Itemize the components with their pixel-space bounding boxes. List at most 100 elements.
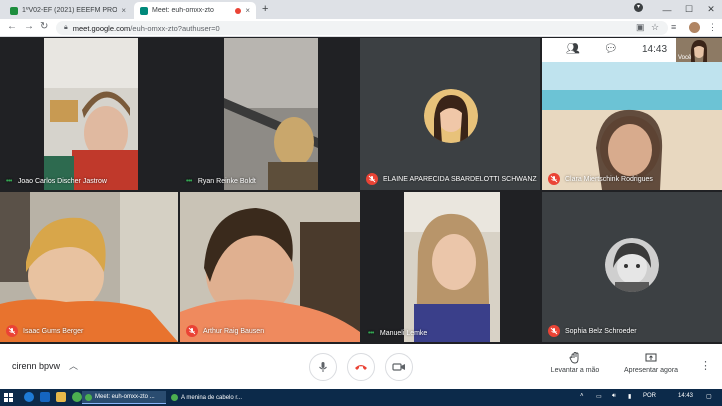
participant-video	[404, 192, 500, 342]
camera-in-use-icon[interactable]: ▣	[636, 22, 645, 33]
chrome-taskbar-icon[interactable]	[72, 392, 82, 402]
tab-search-icon[interactable]: ▾	[634, 3, 643, 12]
chrome-icon	[171, 394, 178, 401]
profile-avatar[interactable]	[689, 22, 700, 33]
more-options-icon[interactable]: ⋮	[700, 359, 711, 372]
network-icon[interactable]: ▭	[596, 393, 602, 400]
leave-call-button[interactable]	[347, 353, 375, 381]
raise-hand-icon	[569, 352, 579, 364]
speaking-indicator-icon: •••	[186, 178, 192, 185]
chat-icon[interactable]: 💬︎	[604, 42, 618, 55]
mic-off-icon	[6, 325, 18, 337]
taskbar-clock[interactable]: 14:43	[678, 393, 693, 399]
address-bar[interactable]: 🔒︎ meet.google.com /euh-omxx-zto?authuse…	[56, 21, 668, 35]
window-controls: — ☐ ✕	[656, 0, 722, 19]
self-view[interactable]: Você	[676, 38, 722, 62]
chrome-icon	[85, 393, 92, 401]
meet-stage: ••• Joao Carlos Discher Jastrow ••• Ryan…	[0, 38, 722, 344]
participant-tile[interactable]: ••• Joao Carlos Discher Jastrow	[0, 38, 178, 190]
participant-video	[0, 192, 178, 342]
close-tab-icon[interactable]: ×	[121, 6, 126, 15]
tab-label: 1ºV02-EF (2021) EEEFM PROF HI	[22, 7, 118, 14]
raise-hand-label: Levantar a mão	[550, 367, 600, 374]
windows-start-icon[interactable]	[4, 393, 13, 402]
recording-dot-icon	[235, 7, 242, 14]
participant-name-label: ••• Ryan Reinke Boldt	[186, 178, 256, 185]
mic-off-icon	[548, 173, 560, 185]
minimize-button[interactable]: —	[656, 0, 678, 19]
meeting-clock: 14:43	[642, 44, 668, 55]
participant-tile[interactable]: Arthur Raig Bausen	[180, 192, 360, 342]
battery-icon[interactable]: ▮	[628, 393, 631, 400]
participants-icon[interactable]: 👥︎	[566, 42, 580, 55]
hang-up-icon	[355, 365, 367, 370]
tab-classroom[interactable]: 1ºV02-EF (2021) EEEFM PROF HI ×	[4, 2, 132, 19]
participant-tile[interactable]: ••• Manueli Lemke	[362, 192, 540, 342]
url-host: meet.google.com	[72, 23, 131, 33]
participant-name: Ryan Reinke Boldt	[197, 178, 256, 185]
lock-icon: 🔒︎	[64, 24, 68, 31]
maximize-button[interactable]: ☐	[678, 0, 700, 19]
close-tab-icon[interactable]: ×	[245, 6, 250, 15]
participant-avatar	[424, 89, 478, 143]
mic-off-icon	[366, 173, 378, 185]
speaking-indicator-icon: •••	[368, 330, 374, 337]
participant-name: Manueli Lemke	[379, 330, 428, 337]
microphone-icon	[319, 362, 327, 372]
participant-name-label: ••• Manueli Lemke	[368, 330, 427, 337]
participant-video	[44, 38, 138, 190]
self-label: Você	[678, 55, 692, 61]
taskbar-item-label: Meet: euh-omxx-zto ...	[95, 394, 155, 400]
speaking-indicator-icon: •••	[6, 178, 12, 185]
back-button[interactable]: ←	[7, 21, 17, 32]
classroom-favicon-icon	[10, 6, 18, 15]
chevron-up-icon[interactable]: ︿	[69, 359, 78, 372]
participant-tile[interactable]: Sophia Belz Schroeder	[542, 192, 722, 342]
windows-taskbar: Meet: euh-omxx-zto ... A menina de cabel…	[0, 389, 722, 406]
participant-name-label: ELAINE APARECIDA SBARDELOTTI SCHWANZ	[366, 173, 537, 185]
participant-tile[interactable]: Isaac Gums Berger	[0, 192, 178, 342]
participant-name: Sophia Belz Schroeder	[565, 327, 637, 335]
participant-name: Clara Miertschink Rodrigues	[565, 175, 653, 183]
participant-name-label: ••• Joao Carlos Discher Jastrow	[6, 178, 107, 185]
microphone-button[interactable]	[309, 353, 337, 381]
meeting-code[interactable]: cirenn bpvw	[12, 361, 60, 371]
tab-meet[interactable]: Meet: euh-omxx-zto ×	[134, 2, 256, 19]
present-now-button[interactable]: Apresentar agora	[618, 352, 684, 374]
participant-tile[interactable]: ELAINE APARECIDA SBARDELOTTI SCHWANZ	[360, 38, 540, 190]
reading-list-icon[interactable]: ≡	[671, 22, 676, 32]
participant-tile[interactable]: ••• Ryan Reinke Boldt	[180, 38, 358, 190]
participant-name: Joao Carlos Discher Jastrow	[17, 178, 107, 185]
volume-icon[interactable]: 🔊︎	[612, 393, 616, 400]
close-window-button[interactable]: ✕	[700, 0, 722, 19]
reload-button[interactable]: ↻	[40, 21, 48, 32]
browser-menu-icon[interactable]: ⋮	[708, 22, 717, 33]
participant-name: ELAINE APARECIDA SBARDELOTTI SCHWANZ	[383, 175, 537, 183]
participant-name-label: Arthur Raig Bausen	[186, 325, 264, 337]
participant-video	[224, 38, 318, 190]
taskbar-item-label: A menina de cabelo r...	[181, 394, 243, 401]
bookmark-star-icon[interactable]: ☆	[651, 22, 659, 33]
camera-icon	[392, 363, 405, 371]
url-path: /euh-omxx-zto?authuser=0	[130, 23, 220, 33]
participant-name-label: Sophia Belz Schroeder	[548, 325, 637, 337]
notifications-icon[interactable]: ▢	[706, 393, 712, 400]
internet-explorer-icon[interactable]	[40, 392, 50, 402]
taskbar-item-video[interactable]: A menina de cabelo r...	[168, 391, 246, 404]
new-tab-button[interactable]: +	[262, 3, 268, 15]
participant-name: Isaac Gums Berger	[23, 327, 84, 335]
taskbar-item-meet[interactable]: Meet: euh-omxx-zto ...	[82, 391, 166, 404]
tray-chevron-icon[interactable]: ˄	[580, 393, 584, 399]
raise-hand-button[interactable]: Levantar a mão	[546, 352, 604, 374]
participant-name-label: Clara Miertschink Rodrigues	[548, 173, 653, 185]
edge-icon[interactable]	[24, 392, 34, 402]
call-controls-bar: cirenn bpvw ︿ Levantar a mão Apresentar …	[0, 344, 722, 389]
mic-off-icon	[186, 325, 198, 337]
forward-button[interactable]: →	[24, 21, 34, 32]
camera-button[interactable]	[385, 353, 413, 381]
present-now-label: Apresentar agora	[623, 367, 679, 374]
participant-avatar	[605, 238, 659, 292]
language-indicator[interactable]: POR	[643, 393, 656, 399]
meet-favicon-icon	[140, 6, 148, 15]
file-explorer-icon[interactable]	[56, 392, 66, 402]
